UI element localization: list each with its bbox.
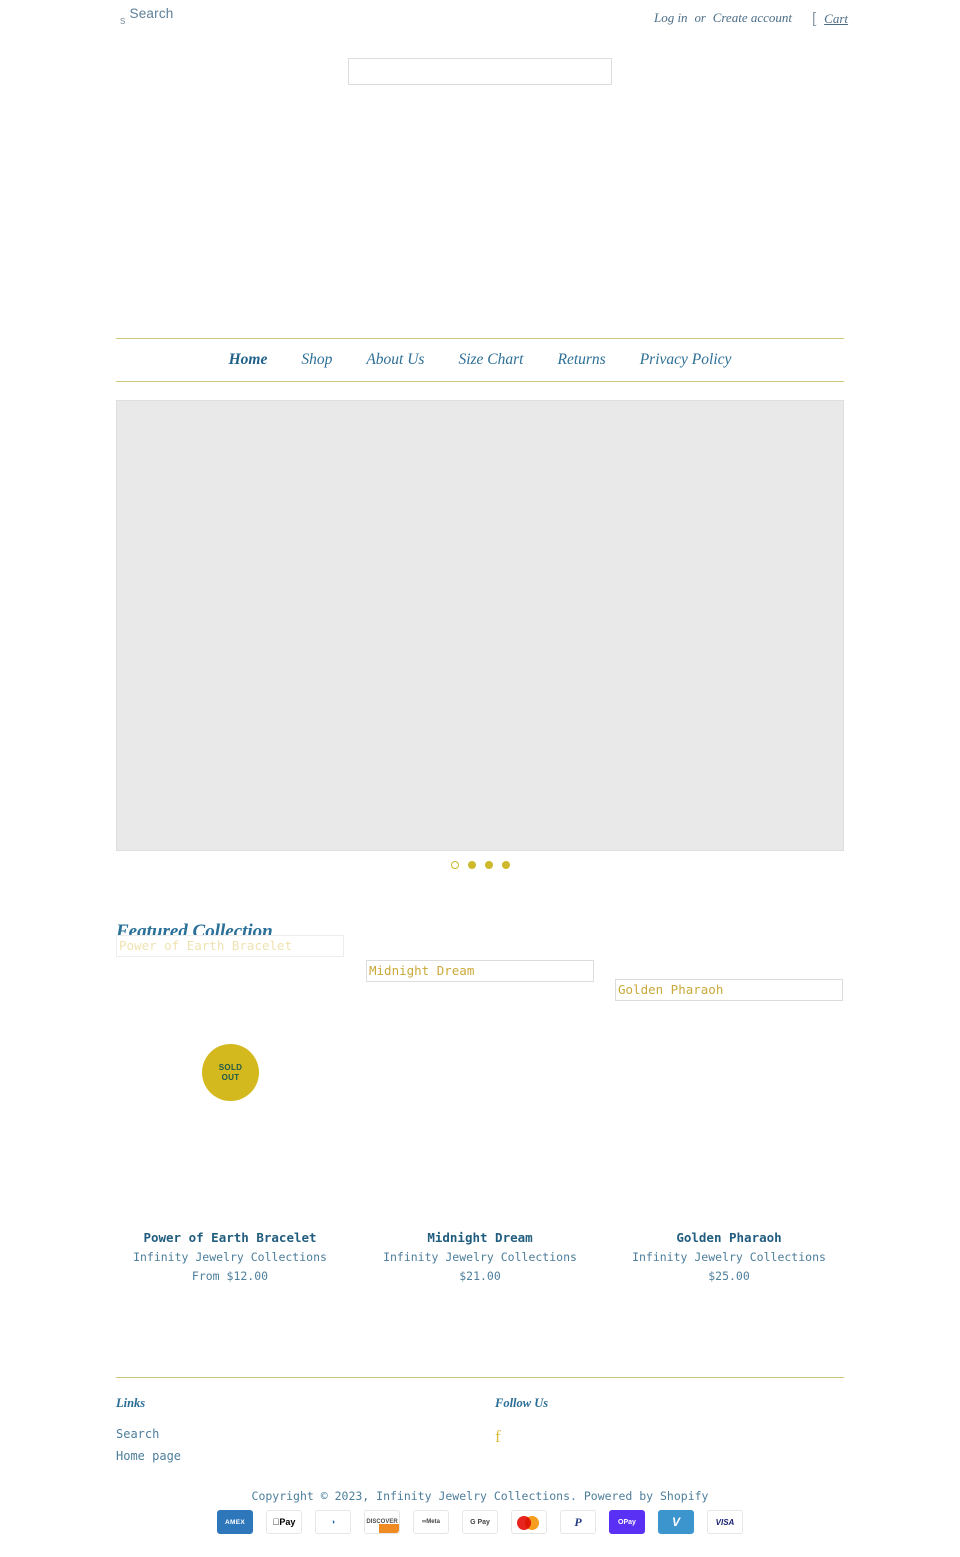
product-card[interactable]: Power of Earth Bracelet SOLD OUT Power o… xyxy=(116,935,344,1283)
american-express-icon: AMEX xyxy=(217,1510,253,1534)
nav-link-about-us[interactable]: About Us xyxy=(366,351,424,368)
payment-methods: AMEX Pay ◑ DISCOVER ∞Meta G Pay P OPay … xyxy=(0,1510,960,1534)
nav-item-privacy-policy[interactable]: Privacy Policy xyxy=(640,351,732,369)
footer-links-heading: Links xyxy=(116,1396,146,1410)
product-price: $25.00 xyxy=(708,1269,750,1283)
search-form xyxy=(0,58,960,85)
nav-item-returns[interactable]: Returns xyxy=(558,351,606,369)
slideshow-dot-4[interactable] xyxy=(501,861,510,869)
status-badge: SOLD OUT xyxy=(202,1044,259,1101)
google-pay-icon: G Pay xyxy=(462,1510,498,1534)
sold-out-line-2: OUT xyxy=(221,1072,240,1082)
footer-link-search[interactable]: Search xyxy=(116,1427,416,1441)
create-account-link[interactable]: Create account xyxy=(713,10,792,26)
discover-icon: DISCOVER xyxy=(364,1510,400,1534)
slideshow-dot-1[interactable] xyxy=(450,861,459,869)
nav-item-about-us[interactable]: About Us xyxy=(366,351,424,369)
product-meta: Golden Pharaoh Infinity Jewelry Collecti… xyxy=(615,1230,843,1283)
shop-pay-icon: OPay xyxy=(609,1510,645,1534)
cart-icon: [ xyxy=(811,10,817,27)
product-vendor: Infinity Jewelry Collections xyxy=(133,1250,327,1264)
product-image[interactable]: Golden Pharaoh xyxy=(615,979,843,1001)
login-link[interactable]: Log in xyxy=(654,10,688,26)
footer-links-column: Links Search Home page xyxy=(116,1396,416,1471)
nav-item-shop[interactable]: Shop xyxy=(301,351,332,369)
search-link[interactable]: s Search xyxy=(120,6,174,27)
product-price: From $12.00 xyxy=(191,1269,269,1283)
nav-link-privacy-policy[interactable]: Privacy Policy xyxy=(640,351,732,368)
product-meta: Power of Earth Bracelet Infinity Jewelry… xyxy=(116,1230,344,1283)
hero-slideshow[interactable] xyxy=(116,400,844,851)
nav-item-home[interactable]: Home xyxy=(229,351,268,369)
footer-follow-column: Follow Us f xyxy=(495,1396,795,1447)
apple-pay-icon: Pay xyxy=(266,1510,302,1534)
account-links: Log in or Create account xyxy=(654,10,792,26)
product-name[interactable]: Power of Earth Bracelet xyxy=(116,1230,344,1245)
meta-pay-icon: ∞Meta xyxy=(413,1510,449,1534)
paypal-icon: P xyxy=(560,1510,596,1534)
nav-item-size-chart[interactable]: Size Chart xyxy=(458,351,523,369)
cart-link[interactable]: [ Cart xyxy=(812,10,848,27)
product-image[interactable]: Midnight Dream xyxy=(366,960,594,982)
nav-list: Home Shop About Us Size Chart Returns Pr… xyxy=(212,351,749,369)
slideshow-dot-3[interactable] xyxy=(484,861,493,869)
product-name[interactable]: Golden Pharaoh xyxy=(615,1230,843,1245)
product-card[interactable]: Golden Pharaoh Golden Pharaoh Infinity J… xyxy=(615,979,843,1283)
product-price: $21.00 xyxy=(459,1269,501,1283)
site-logo-area[interactable] xyxy=(116,96,844,336)
main-navigation: Home Shop About Us Size Chart Returns Pr… xyxy=(116,338,844,382)
utility-bar: s Search Log in or Create account [ Cart xyxy=(0,0,960,42)
storefront-page: s Search Log in or Create account [ Cart… xyxy=(0,0,960,1557)
mastercard-icon xyxy=(511,1510,547,1534)
nav-link-size-chart[interactable]: Size Chart xyxy=(458,351,523,368)
cart-label: Cart xyxy=(824,11,848,26)
slideshow-pagination xyxy=(0,861,960,869)
product-vendor: Infinity Jewelry Collections xyxy=(632,1250,826,1264)
product-grid: Power of Earth Bracelet SOLD OUT Power o… xyxy=(116,935,844,1295)
or-separator: or xyxy=(694,11,706,25)
slideshow-dot-2[interactable] xyxy=(467,861,476,869)
product-card[interactable]: Midnight Dream Midnight Dream Infinity J… xyxy=(366,960,594,1283)
facebook-icon[interactable]: f xyxy=(495,1427,501,1447)
nav-link-returns[interactable]: Returns xyxy=(558,351,606,368)
nav-link-shop[interactable]: Shop xyxy=(301,351,332,368)
venmo-icon: V xyxy=(658,1510,694,1534)
search-input[interactable] xyxy=(348,58,612,85)
search-icon: s xyxy=(120,15,126,27)
product-image[interactable]: Power of Earth Bracelet xyxy=(116,935,344,957)
diners-club-icon: ◑ xyxy=(315,1510,351,1534)
footer-follow-heading: Follow Us xyxy=(495,1396,549,1410)
footer-link-home-page[interactable]: Home page xyxy=(116,1449,416,1463)
footer-divider xyxy=(116,1377,844,1378)
product-vendor: Infinity Jewelry Collections xyxy=(383,1250,577,1264)
copyright-text: Copyright © 2023, Infinity Jewelry Colle… xyxy=(251,1489,709,1503)
sold-out-line-1: SOLD xyxy=(218,1062,243,1072)
visa-icon: VISA xyxy=(707,1510,743,1534)
product-name[interactable]: Midnight Dream xyxy=(366,1230,594,1245)
nav-link-home[interactable]: Home xyxy=(229,351,268,368)
product-meta: Midnight Dream Infinity Jewelry Collecti… xyxy=(366,1230,594,1283)
search-link-label: Search xyxy=(129,6,174,21)
